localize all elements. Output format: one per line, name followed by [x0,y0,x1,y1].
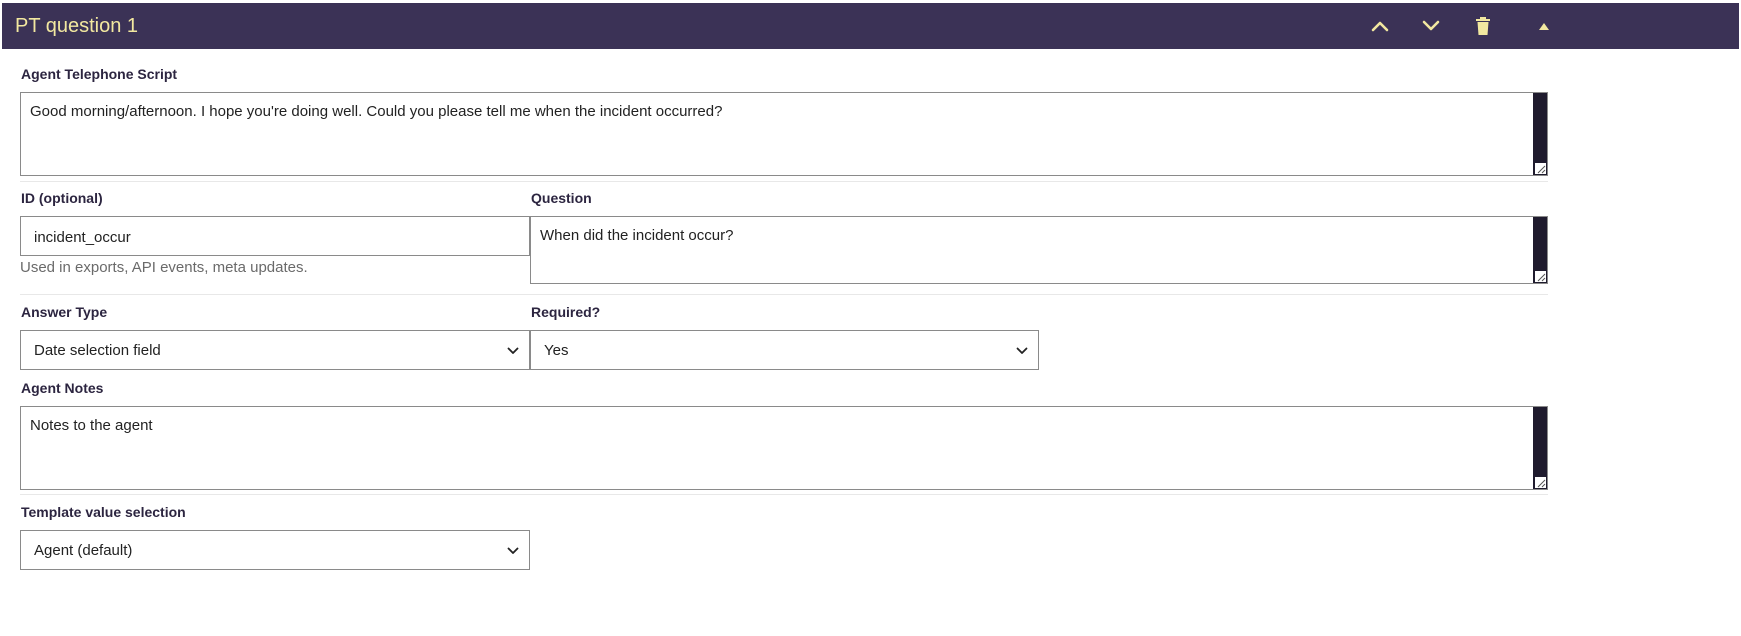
question-label: Question [531,190,592,206]
answer-type-value: Date selection field [34,342,161,359]
chevron-down-icon [507,547,519,554]
collapse-button[interactable] [1532,14,1556,38]
delete-button[interactable] [1471,14,1495,38]
panel-title: PT question 1 [15,15,139,37]
agent-notes-text: Notes to the agent [30,417,153,434]
required-value: Yes [544,342,569,359]
template-value-select[interactable]: Agent (default) [20,530,530,570]
id-input-value: incident_occur [34,229,131,246]
answer-type-label: Answer Type [21,304,108,320]
trash-icon [1476,17,1490,35]
collapse-triangle-icon [1539,22,1549,30]
divider [20,294,1548,295]
resize-grip-icon[interactable] [1535,271,1546,282]
id-label: ID (optional) [21,190,103,206]
template-value-label: Template value selection [21,504,186,520]
required-label: Required? [531,304,601,320]
template-value-value: Agent (default) [34,542,133,559]
chevron-down-icon [1422,20,1440,31]
required-select[interactable]: Yes [530,330,1039,370]
question-textarea[interactable]: When did the incident occur? [530,216,1548,284]
chevron-down-icon [1016,347,1028,354]
answer-type-select[interactable]: Date selection field [20,330,530,370]
agent-script-textarea[interactable]: Good morning/afternoon. I hope you're do… [20,92,1548,176]
divider [20,494,1548,495]
agent-script-text: Good morning/afternoon. I hope you're do… [30,103,723,120]
agent-notes-textarea[interactable]: Notes to the agent [20,406,1548,490]
move-up-button[interactable] [1368,14,1392,38]
resize-grip-icon[interactable] [1535,477,1546,488]
resize-grip-icon[interactable] [1535,163,1546,174]
move-down-button[interactable] [1419,14,1443,38]
id-help-text: Used in exports, API events, meta update… [20,259,308,276]
id-input[interactable]: incident_occur [20,216,530,256]
agent-script-label: Agent Telephone Script [21,66,178,82]
divider [20,181,1548,182]
question-text: When did the incident occur? [540,227,734,244]
agent-notes-label: Agent Notes [21,380,104,396]
chevron-down-icon [507,347,519,354]
panel-header: PT question 1 [2,3,1739,49]
chevron-up-icon [1371,21,1389,32]
